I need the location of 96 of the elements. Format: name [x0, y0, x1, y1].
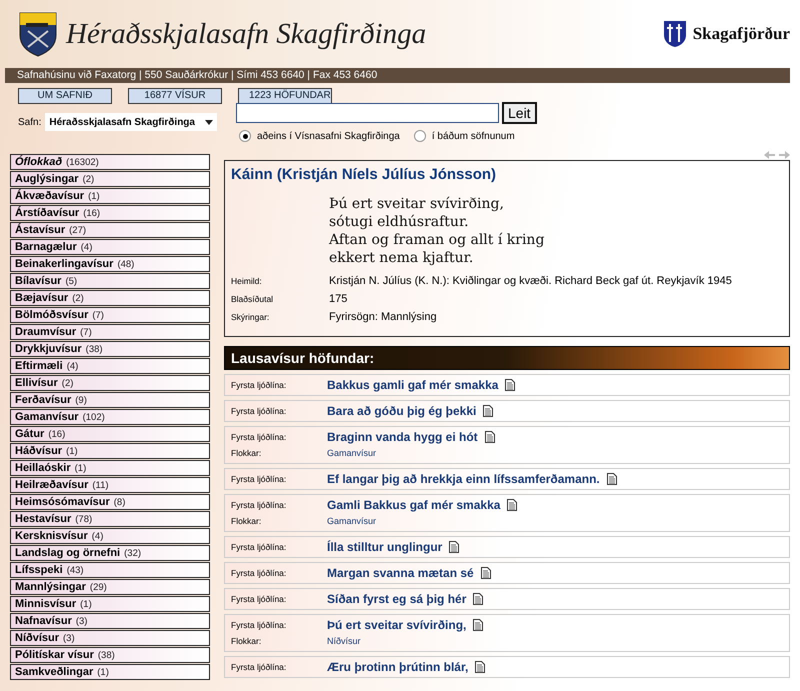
radio-label: í báðum söfnunum: [432, 130, 515, 142]
category-link[interactable]: Háðvísur (1): [10, 443, 210, 459]
document-icon[interactable]: [475, 661, 486, 673]
category-link[interactable]: Hestavísur (78): [10, 511, 210, 527]
first-line-link[interactable]: Æru þrotinn þrútinn blár,: [327, 660, 468, 674]
category-link[interactable]: Ellivísur (2): [10, 375, 210, 391]
category-link[interactable]: Níðvísur (3): [10, 630, 210, 646]
radio-button[interactable]: [414, 130, 426, 142]
row-label: Fyrsta ljóðlína:: [231, 474, 288, 484]
category-link[interactable]: Nafnavísur (3): [10, 613, 210, 629]
category-link[interactable]: Lífsspeki (43): [10, 562, 210, 578]
category-link[interactable]: Landslag og örnefni (32): [10, 545, 210, 561]
category-link[interactable]: Ferðavísur (9): [10, 392, 210, 408]
category-link[interactable]: Níðvísur: [327, 636, 361, 646]
document-icon[interactable]: [480, 567, 491, 579]
first-line-link[interactable]: Síðan fyrst eg sá þig hér: [327, 592, 466, 606]
category-link[interactable]: Bílavísur (5): [10, 273, 210, 289]
document-icon[interactable]: [473, 593, 484, 605]
verse-line: sótugi eldhúsraftur.: [329, 213, 470, 231]
first-line-link[interactable]: Margan svanna mætan sé: [327, 566, 474, 580]
first-line-link[interactable]: Ef langar þig að hrekkja einn lífssamferðamann.: [327, 472, 600, 486]
category-link[interactable]: Barnagælur (4): [10, 239, 210, 255]
category-link[interactable]: Ástavísur (27): [10, 222, 210, 238]
row-label: Fyrsta ljóðlína:: [231, 620, 288, 630]
radio-label: aðeins í Vísnasafni Skagfirðinga: [257, 130, 400, 142]
radio-button[interactable]: [239, 130, 251, 142]
address-bar: Safnahúsinu við Faxatorg | 550 Sauðárkrókur | Sími 453 6640 | Fax 453 6460: [5, 68, 790, 83]
nav-button[interactable]: 1223 HÖFUNDAR: [238, 88, 332, 104]
verse-line: ekkert nema kjaftur.: [329, 249, 474, 267]
category-link[interactable]: Heilræðavísur (11): [10, 477, 210, 493]
partner-name: Skagafjörður: [692, 24, 790, 44]
category-link[interactable]: Samkveðlingar (1): [10, 664, 210, 680]
document-icon[interactable]: [483, 405, 494, 417]
row-label: Fyrsta ljóðlína:: [231, 380, 288, 390]
first-line-link[interactable]: Bakkus gamli gaf mér smakka: [327, 378, 498, 392]
category-link[interactable]: Ákvæðavísur (1): [10, 188, 210, 204]
document-icon[interactable]: [606, 473, 617, 485]
category-link[interactable]: Gamanvísur: [327, 516, 376, 526]
nav-button[interactable]: 16877 VÍSUR: [128, 88, 222, 104]
field-value: Kristján N. Júlíus (K. N.): Kviðlingar og kvæði. Richard Beck gaf út. Reykjavík 1945: [329, 275, 732, 287]
category-link[interactable]: Mannlýsingar (29): [10, 579, 210, 595]
field-label: Blaðsíðutal: [231, 294, 274, 304]
site-title: Héraðsskjalasafn Skagfirðinga: [66, 18, 426, 50]
row-label: Flokkar:: [231, 448, 262, 458]
category-link[interactable]: Kersknisvísur (4): [10, 528, 210, 544]
category-link[interactable]: Minnisvísur (1): [10, 596, 210, 612]
row-label: Fyrsta ljóðlína:: [231, 542, 288, 552]
row-label: Fyrsta ljóðlína:: [231, 662, 288, 672]
category-link[interactable]: Heimsósómavísur (8): [10, 494, 210, 510]
field-label: Heimild:: [231, 276, 263, 286]
search-button[interactable]: Leit: [502, 102, 537, 124]
nav-button[interactable]: UM SAFNIÐ: [18, 88, 112, 104]
category-link[interactable]: Árstíðavísur (16): [10, 205, 210, 221]
row-label: Flokkar:: [231, 516, 262, 526]
search-field[interactable]: [236, 103, 499, 123]
category-link[interactable]: Pólitískar vísur (38): [10, 647, 210, 663]
category-link[interactable]: Heillaóskir (1): [10, 460, 210, 476]
field-value: 175: [329, 293, 348, 305]
verse-line: Þú ert sveitar svívirðing,: [329, 195, 505, 213]
coat-of-arms-icon: [18, 11, 58, 57]
category-link[interactable]: Drykkjuvísur (38): [10, 341, 210, 357]
field-label: Skýringar:: [231, 312, 270, 322]
row-label: Flokkar:: [231, 636, 262, 646]
document-icon[interactable]: [449, 541, 460, 553]
section-header: Lausavísur höfundar:: [224, 346, 790, 370]
document-icon[interactable]: [507, 499, 518, 511]
document-icon[interactable]: [505, 379, 516, 391]
category-link[interactable]: Gamanvísur (102): [10, 409, 210, 425]
first-line-link[interactable]: Gamli Bakkus gaf mér smakka: [327, 498, 500, 512]
row-label: Fyrsta ljóðlína:: [231, 432, 288, 442]
first-line-link[interactable]: Ílla stilltur unglingur: [327, 540, 442, 554]
category-link[interactable]: Bæjavísur (2): [10, 290, 210, 306]
first-line-link[interactable]: Þú ert sveitar svívirðing,: [327, 618, 466, 632]
row-label: Fyrsta ljóðlína:: [231, 500, 288, 510]
archive-label: Safn:: [18, 116, 42, 128]
shield-icon: [662, 20, 687, 48]
first-line-link[interactable]: Bara að góðu þig ég þekki: [327, 404, 476, 418]
caret-icon: [205, 120, 214, 124]
row-label: Fyrsta ljóðlína:: [231, 594, 288, 604]
verse-line: Aftan og framan og allt í kring: [329, 231, 546, 249]
category-link[interactable]: Óflokkað (16302): [10, 154, 210, 170]
row-label: Fyrsta ljóðlína:: [231, 406, 288, 416]
category-link[interactable]: Draumvísur (7): [10, 324, 210, 340]
document-icon[interactable]: [484, 431, 495, 443]
document-icon[interactable]: [473, 619, 484, 631]
field-value: Fyrirsögn: Mannlýsing: [329, 311, 437, 323]
category-link[interactable]: Eftirmæli (4): [10, 358, 210, 374]
row-label: Fyrsta ljóðlína:: [231, 568, 288, 578]
category-link[interactable]: Gátur (16): [10, 426, 210, 442]
first-line-link[interactable]: Braginn vanda hygg ei hót: [327, 430, 478, 444]
author-name: Káinn (Kristján Níels Júlíus Jónsson): [231, 166, 498, 183]
category-link[interactable]: Gamanvísur: [327, 448, 376, 458]
category-link[interactable]: Auglýsingar (2): [10, 171, 210, 187]
category-link[interactable]: Beinakerlingavísur (48): [10, 256, 210, 272]
archive-dropdown[interactable]: Héraðsskjalasafn Skagfirðinga: [45, 113, 218, 131]
category-link[interactable]: Bölmóðsvísur (7): [10, 307, 210, 323]
